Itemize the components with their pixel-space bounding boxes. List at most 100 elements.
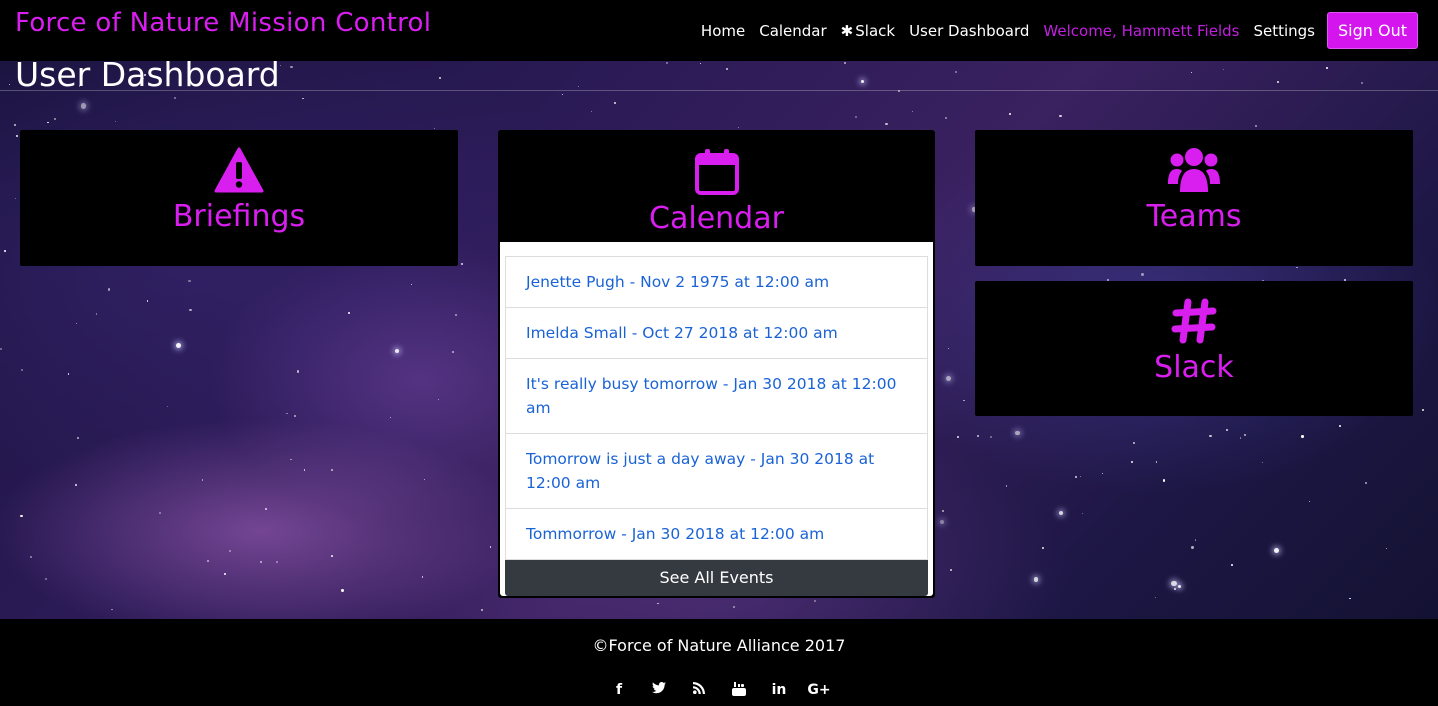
- youtube-icon[interactable]: [719, 682, 759, 700]
- star: [1080, 475, 1082, 477]
- twitter-icon[interactable]: [639, 682, 679, 700]
- star: [946, 375, 952, 381]
- star: [1155, 461, 1158, 464]
- star: [107, 288, 111, 291]
- star: [111, 608, 113, 611]
- star: [699, 62, 701, 64]
- calendar-card-header[interactable]: Calendar: [500, 132, 933, 242]
- calendar-card: Calendar Jenette Pugh - Nov 2 1975 at 12…: [498, 130, 935, 598]
- google-plus-icon[interactable]: G+: [799, 682, 839, 700]
- rss-icon[interactable]: [679, 682, 719, 700]
- star: [1244, 434, 1247, 437]
- star: [44, 578, 47, 581]
- see-all-events-button[interactable]: See All Events: [505, 560, 928, 596]
- star: [1364, 481, 1368, 485]
- star: [454, 313, 457, 316]
- star: [290, 65, 293, 69]
- star: [1209, 434, 1212, 438]
- star: [201, 479, 204, 481]
- star: [20, 368, 23, 371]
- slack-hash-icon: [1171, 296, 1217, 346]
- star: [944, 117, 947, 119]
- users-icon: [1167, 145, 1221, 195]
- star: [188, 279, 191, 282]
- star: [1141, 272, 1145, 276]
- star: [1339, 425, 1342, 427]
- star: [114, 120, 116, 122]
- star: [1360, 82, 1363, 85]
- briefings-card[interactable]: Briefings: [20, 130, 458, 266]
- nav-slack[interactable]: ✱ Slack: [841, 22, 895, 40]
- star: [732, 606, 735, 609]
- star: [1326, 67, 1329, 70]
- star: [303, 469, 306, 472]
- star: [737, 126, 739, 128]
- event-item[interactable]: Jenette Pugh - Nov 2 1975 at 12:00 am: [506, 257, 927, 308]
- star: [4, 249, 7, 252]
- star: [561, 94, 563, 96]
- brand-title[interactable]: Force of Nature Mission Control: [15, 8, 431, 38]
- star: [421, 576, 424, 579]
- star: [1254, 124, 1257, 127]
- star: [46, 121, 49, 124]
- star: [15, 135, 18, 137]
- star: [77, 437, 80, 440]
- linkedin-icon[interactable]: in: [759, 682, 799, 700]
- star: [989, 435, 992, 438]
- star: [1222, 68, 1225, 71]
- star: [265, 507, 268, 510]
- star: [657, 603, 659, 605]
- star: [963, 399, 966, 402]
- star: [1033, 577, 1039, 582]
- nav-user-dashboard[interactable]: User Dashboard: [909, 22, 1029, 40]
- star: [275, 560, 278, 563]
- nav-home[interactable]: Home: [701, 22, 745, 40]
- star: [1009, 112, 1011, 115]
- event-item[interactable]: Imelda Small - Oct 27 2018 at 12:00 am: [506, 308, 927, 359]
- star: [854, 116, 857, 119]
- star: [1081, 512, 1083, 515]
- star: [1171, 580, 1177, 586]
- star: [957, 436, 960, 439]
- star: [13, 123, 16, 127]
- star: [174, 97, 177, 100]
- star: [1296, 266, 1298, 269]
- nav-links: Home Calendar ✱ Slack User Dashboard Welc…: [687, 12, 1418, 49]
- star: [1015, 431, 1020, 436]
- star: [395, 348, 400, 353]
- teams-card[interactable]: Teams: [975, 130, 1413, 266]
- event-item[interactable]: Tomorrow is just a day away - Jan 30 201…: [506, 434, 927, 509]
- star: [451, 350, 454, 353]
- star: [206, 559, 209, 563]
- navbar: Force of Nature Mission Control Home Cal…: [0, 0, 1438, 61]
- facebook-icon[interactable]: f: [599, 682, 639, 700]
- nav-welcome-user[interactable]: Welcome, Hammett Fields: [1043, 22, 1239, 40]
- star: [9, 83, 11, 86]
- nav-calendar[interactable]: Calendar: [759, 22, 826, 40]
- copyright-text: ©Force of Nature Alliance 2017: [592, 636, 846, 655]
- star: [941, 509, 944, 513]
- star: [939, 519, 945, 525]
- star: [577, 85, 579, 87]
- star: [481, 608, 484, 611]
- nav-settings[interactable]: Settings: [1253, 22, 1315, 40]
- slack-card[interactable]: Slack: [975, 281, 1413, 416]
- star: [1191, 546, 1194, 549]
- star: [1421, 408, 1425, 412]
- sign-out-button[interactable]: Sign Out: [1327, 12, 1418, 49]
- star: [954, 71, 957, 74]
- star: [389, 416, 392, 418]
- star: [977, 434, 980, 437]
- star: [1273, 547, 1279, 553]
- star: [146, 300, 149, 302]
- star: [1309, 501, 1311, 503]
- star: [330, 555, 333, 558]
- star: [1162, 479, 1165, 482]
- event-item[interactable]: Tommorrow - Jan 30 2018 at 12:00 am: [506, 509, 927, 560]
- event-item[interactable]: It's really busy tomorrow - Jan 30 2018 …: [506, 359, 927, 434]
- star: [20, 514, 23, 517]
- star: [1239, 437, 1242, 440]
- star: [861, 79, 865, 83]
- star: [424, 478, 426, 480]
- star: [1042, 547, 1045, 550]
